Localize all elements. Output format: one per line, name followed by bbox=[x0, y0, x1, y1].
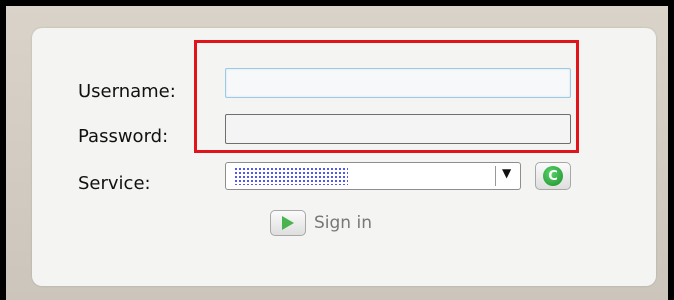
sign-in-label[interactable]: Sign in bbox=[314, 213, 372, 233]
play-icon[interactable] bbox=[270, 210, 306, 236]
window-frame: Username: Password: Service: ▼ C Sign in bbox=[6, 6, 668, 300]
service-select[interactable]: ▼ bbox=[225, 162, 521, 190]
select-divider bbox=[495, 166, 496, 186]
play-triangle bbox=[282, 216, 294, 230]
username-input[interactable] bbox=[225, 68, 571, 98]
service-selected-value bbox=[234, 167, 348, 185]
password-label: Password: bbox=[78, 126, 169, 147]
username-label: Username: bbox=[78, 81, 176, 102]
refresh-icon: C bbox=[543, 166, 563, 186]
sign-in-button[interactable]: Sign in bbox=[270, 209, 372, 237]
service-label: Service: bbox=[78, 173, 151, 194]
login-panel bbox=[32, 28, 656, 286]
chevron-down-icon[interactable]: ▼ bbox=[502, 166, 511, 180]
password-input[interactable] bbox=[225, 114, 571, 144]
refresh-button[interactable]: C bbox=[535, 162, 571, 190]
